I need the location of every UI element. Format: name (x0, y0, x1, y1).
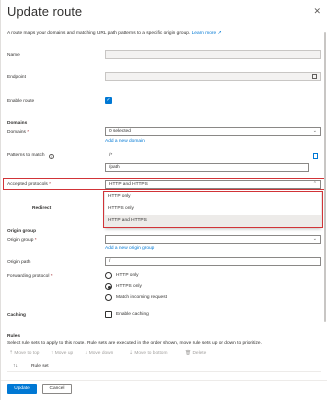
enable-route-checkbox[interactable]: ✓ (105, 97, 112, 104)
required-marker: * (49, 182, 52, 187)
required-marker: * (27, 130, 30, 135)
origin-group-select[interactable]: ⌄ (105, 235, 321, 244)
move-to-bottom-label: Move to bottom (134, 351, 168, 356)
arrow-up-icon: ↑ (51, 351, 54, 356)
move-down-button[interactable]: ↓ Move down (85, 351, 113, 356)
origin-path-label: Origin path (7, 260, 31, 265)
pattern-value: /* (109, 153, 113, 158)
trash-icon: 🗑 (185, 351, 192, 356)
origin-path-input[interactable]: / (105, 257, 321, 266)
external-link-icon: ↗ (217, 31, 222, 36)
add-new-domain-link[interactable]: Add a new domain (105, 139, 145, 144)
move-to-top-label: Move to top (14, 351, 40, 356)
delete-label: Delete (192, 351, 207, 356)
move-to-bottom-button[interactable]: ⇣ Move to bottom (129, 351, 167, 356)
close-icon[interactable]: ✕ (313, 6, 321, 17)
radio-https-only[interactable] (105, 283, 112, 290)
update-route-panel: Update route ✕ A route maps your domains… (0, 0, 327, 400)
accepted-protocols-label-text: Accepted protocols (7, 182, 48, 187)
move-to-bottom-icon: ⇣ (129, 351, 134, 356)
info-icon[interactable]: i (49, 154, 54, 159)
chevron-down-icon: ⌄ (312, 128, 317, 134)
move-up-label: Move up (54, 351, 74, 356)
radio-http-only[interactable] (105, 272, 112, 279)
move-to-top-icon: ⇡ (9, 351, 14, 356)
pattern-input[interactable]: /path (105, 163, 309, 172)
route-description: A route maps your domains and matching U… (7, 31, 222, 36)
rules-section-heading: Rules (7, 334, 21, 339)
domains-select-value: 0 selected (109, 129, 131, 134)
page-title: Update route (7, 4, 83, 19)
chevron-up-icon: ⌃ (312, 181, 317, 187)
endpoint-label: Endpoint (7, 75, 26, 80)
copy-icon[interactable] (312, 74, 317, 79)
cancel-button[interactable]: Cancel (42, 384, 72, 394)
name-label: Name (7, 53, 20, 58)
footer: Update Cancel (1, 380, 327, 400)
enable-caching-label: Enable caching (116, 312, 149, 317)
radio-match-incoming[interactable] (105, 294, 112, 301)
learn-more-link[interactable]: Learn more (192, 31, 217, 36)
chevron-down-icon: ⌄ (312, 236, 317, 242)
accepted-protocols-value: HTTP and HTTPS (109, 182, 148, 187)
domains-section-heading: Domains (7, 121, 28, 126)
forwarding-protocol-label-text: Forwarding protocol (7, 274, 50, 279)
origin-group-label: Origin group * (7, 238, 37, 243)
update-button[interactable]: Update (7, 384, 37, 394)
move-down-label: Move down (88, 351, 114, 356)
radio-https-only-label: HTTPS only (116, 284, 142, 289)
required-marker: * (50, 274, 53, 279)
delete-pattern-icon[interactable] (313, 153, 318, 159)
arrow-down-icon: ↓ (85, 351, 88, 356)
required-marker: * (34, 238, 37, 243)
rule-set-column-header: Rule set (31, 364, 49, 369)
domains-label-text: Domains (7, 130, 26, 135)
dropdown-highlight (103, 191, 323, 228)
description-text: A route maps your domains and matching U… (7, 31, 191, 36)
forwarding-protocol-label: Forwarding protocol * (7, 274, 53, 279)
delete-button[interactable]: 🗑 Delete (185, 351, 206, 356)
radio-http-only-label: HTTP only (116, 273, 139, 278)
redirect-section-heading: Redirect (32, 206, 52, 211)
name-field[interactable] (105, 50, 321, 59)
enable-caching-checkbox[interactable] (105, 311, 112, 318)
domains-select[interactable]: 0 selected ⌄ (105, 127, 321, 136)
patterns-label: Patterns to match (7, 153, 45, 158)
accepted-protocols-label: Accepted protocols * (7, 182, 51, 187)
origin-group-section-heading: Origin group (7, 229, 37, 234)
add-new-origin-group-link[interactable]: Add a new origin group (105, 246, 154, 251)
accepted-protocols-select[interactable]: HTTP and HTTPS ⌃ (105, 180, 321, 189)
enable-route-label: Enable route (7, 99, 35, 104)
endpoint-field[interactable] (105, 72, 321, 81)
radio-match-incoming-label: Match incoming request (116, 295, 167, 300)
caching-section-heading: Caching (7, 313, 26, 318)
domains-label: Domains * (7, 130, 29, 135)
rules-grid-header: ↑↓ Rule set (7, 362, 321, 372)
origin-group-label-text: Origin group (7, 238, 34, 243)
move-up-button[interactable]: ↑ Move up (51, 351, 73, 356)
sort-icon[interactable]: ↑↓ (13, 363, 18, 369)
rules-description: Select rule sets to apply to this route.… (7, 341, 262, 346)
scrollbar[interactable] (324, 32, 326, 322)
move-to-top-button[interactable]: ⇡ Move to top (9, 351, 39, 356)
